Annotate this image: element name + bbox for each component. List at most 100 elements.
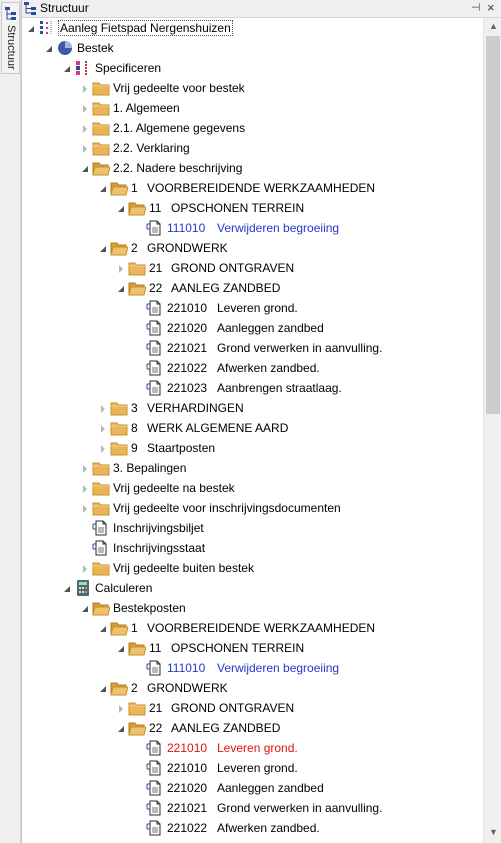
expanded-arrow-icon[interactable]: [116, 643, 126, 653]
expanded-arrow-icon[interactable]: [98, 243, 108, 253]
collapsed-arrow-icon[interactable]: [80, 83, 90, 93]
expanded-arrow-icon[interactable]: [62, 63, 72, 73]
collapsed-arrow-icon[interactable]: [80, 103, 90, 113]
tree-item[interactable]: 221021 Grond verwerken in aanvulling.: [22, 338, 483, 358]
folder-open-icon: [110, 240, 129, 256]
side-tab-box[interactable]: Structuur: [1, 2, 20, 74]
tree-item[interactable]: 221010 Leveren grond.: [22, 738, 483, 758]
tree-item[interactable]: 1 VOORBEREIDENDE WERKZAAMHEDEN: [22, 178, 483, 198]
expanded-arrow-icon[interactable]: [116, 723, 126, 733]
tree-item[interactable]: 221021 Grond verwerken in aanvulling.: [22, 798, 483, 818]
tree-item-label: Calculeren: [95, 581, 153, 595]
tree-item[interactable]: 9 Staartposten: [22, 438, 483, 458]
collapsed-arrow-icon[interactable]: [116, 263, 126, 273]
tree-item[interactable]: 221010 Leveren grond.: [22, 758, 483, 778]
tree-item[interactable]: Specificeren: [22, 58, 483, 78]
side-tab-structuur[interactable]: Structuur: [0, 0, 21, 843]
tree-item-label: Verwijderen begroeiing: [217, 661, 340, 675]
collapsed-arrow-icon[interactable]: [80, 563, 90, 573]
tree-item[interactable]: Vrij gedeelte na bestek: [22, 478, 483, 498]
collapsed-arrow-icon[interactable]: [98, 443, 108, 453]
tree-item-label: Aanleg Fietspad Nergenshuizen: [58, 20, 233, 36]
vertical-scrollbar[interactable]: ▲ ▼: [483, 18, 501, 843]
tree-item[interactable]: 1 VOORBEREIDENDE WERKZAAMHEDEN: [22, 618, 483, 638]
tree-item[interactable]: 111010 Verwijderen begroeiing: [22, 658, 483, 678]
tree-item[interactable]: 2.2. Verklaring: [22, 138, 483, 158]
tree-item-label: GRONDWERK: [147, 241, 228, 255]
tree-item-label: Inschrijvingsbiljet: [113, 521, 204, 535]
expanded-arrow-icon[interactable]: [80, 163, 90, 173]
close-icon[interactable]: ×: [487, 0, 495, 15]
tree-item[interactable]: Bestek: [22, 38, 483, 58]
pin-icon[interactable]: ⊣: [471, 1, 481, 14]
folder-icon: [110, 440, 128, 456]
tree-item[interactable]: 22 AANLEG ZANDBED: [22, 718, 483, 738]
expanded-arrow-icon[interactable]: [116, 203, 126, 213]
tree-item-label: Afwerken zandbed.: [217, 361, 320, 375]
folder-icon: [92, 500, 110, 516]
collapsed-arrow-icon[interactable]: [98, 403, 108, 413]
tree-item[interactable]: Bestekposten: [22, 598, 483, 618]
tree-item[interactable]: 2 GRONDWERK: [22, 238, 483, 258]
tree-item-label: Vrij gedeelte voor bestek: [113, 81, 245, 95]
expanded-arrow-icon[interactable]: [98, 683, 108, 693]
tree-item[interactable]: 111010 Verwijderen begroeiing: [22, 218, 483, 238]
document-icon: [146, 380, 164, 396]
tree-item[interactable]: 11 OPSCHONEN TERREIN: [22, 198, 483, 218]
tree-item[interactable]: Inschrijvingsstaat: [22, 538, 483, 558]
tree-item[interactable]: 221022 Afwerken zandbed.: [22, 818, 483, 838]
tree-item[interactable]: 221020 Aanleggen zandbed: [22, 778, 483, 798]
structure-tree[interactable]: Aanleg Fietspad Nergenshuizen Bestek Speci…: [22, 18, 483, 843]
tree-item[interactable]: 8 WERK ALGEMENE AARD: [22, 418, 483, 438]
tree-item[interactable]: Vrij gedeelte voor bestek: [22, 78, 483, 98]
expanded-arrow-icon[interactable]: [98, 183, 108, 193]
tree-item-label: WERK ALGEMENE AARD: [147, 421, 289, 435]
calculator-icon: [74, 580, 92, 596]
tree-item-label: VOORBEREIDENDE WERKZAAMHEDEN: [147, 181, 376, 195]
tree-item[interactable]: Calculeren: [22, 578, 483, 598]
tree-item[interactable]: 1. Algemeen: [22, 98, 483, 118]
collapsed-arrow-icon[interactable]: [116, 703, 126, 713]
document-icon: [146, 320, 164, 336]
scroll-down-icon[interactable]: ▼: [484, 824, 501, 841]
expanded-arrow-icon[interactable]: [44, 43, 54, 53]
tree-item-label: Aanbrengen straatlaag.: [217, 381, 342, 395]
tree-item-label: Leveren grond.: [217, 741, 298, 755]
collapsed-arrow-icon[interactable]: [80, 483, 90, 493]
tree-item-code: 221021: [167, 341, 208, 355]
folder-open-icon: [92, 600, 111, 616]
tree-item[interactable]: 221020 Aanleggen zandbed: [22, 318, 483, 338]
tree-item[interactable]: 3. Bepalingen: [22, 458, 483, 478]
tree-item[interactable]: 2.2. Nadere beschrijving: [22, 158, 483, 178]
tree-item[interactable]: Aanleg Fietspad Nergenshuizen: [22, 18, 483, 38]
tree-item[interactable]: 3 VERHARDINGEN: [22, 398, 483, 418]
tree-item[interactable]: 21 GROND ONTGRAVEN: [22, 258, 483, 278]
expanded-arrow-icon[interactable]: [26, 23, 36, 33]
tree-item[interactable]: 221022 Afwerken zandbed.: [22, 358, 483, 378]
scroll-up-icon[interactable]: ▲: [484, 18, 501, 35]
scrollbar-thumb[interactable]: [486, 36, 500, 414]
collapsed-arrow-icon[interactable]: [80, 463, 90, 473]
tree-item-label: GRONDWERK: [147, 681, 228, 695]
tree-item[interactable]: Vrij gedeelte voor inschrijvingsdocument…: [22, 498, 483, 518]
document-icon: [146, 660, 164, 676]
tree-item[interactable]: Vrij gedeelte buiten bestek: [22, 558, 483, 578]
expanded-arrow-icon[interactable]: [98, 623, 108, 633]
collapsed-arrow-icon[interactable]: [80, 123, 90, 133]
tree-item[interactable]: 21 GROND ONTGRAVEN: [22, 698, 483, 718]
collapsed-arrow-icon[interactable]: [80, 143, 90, 153]
expanded-arrow-icon[interactable]: [116, 283, 126, 293]
tree-item[interactable]: 22 AANLEG ZANDBED: [22, 278, 483, 298]
expanded-arrow-icon[interactable]: [80, 603, 90, 613]
tree-item[interactable]: 11 OPSCHONEN TERREIN: [22, 638, 483, 658]
expanded-arrow-icon[interactable]: [62, 583, 72, 593]
tree-item[interactable]: 2.1. Algemene gegevens: [22, 118, 483, 138]
tree-item[interactable]: 221023 Aanbrengen straatlaag.: [22, 378, 483, 398]
tree-item[interactable]: 2 GRONDWERK: [22, 678, 483, 698]
tree-item-label: Vrij gedeelte na bestek: [113, 481, 235, 495]
tree-item[interactable]: 221010 Leveren grond.: [22, 298, 483, 318]
tree-item[interactable]: Inschrijvingsbiljet: [22, 518, 483, 538]
collapsed-arrow-icon[interactable]: [98, 423, 108, 433]
tree-item-label: Leveren grond.: [217, 761, 298, 775]
collapsed-arrow-icon[interactable]: [80, 503, 90, 513]
